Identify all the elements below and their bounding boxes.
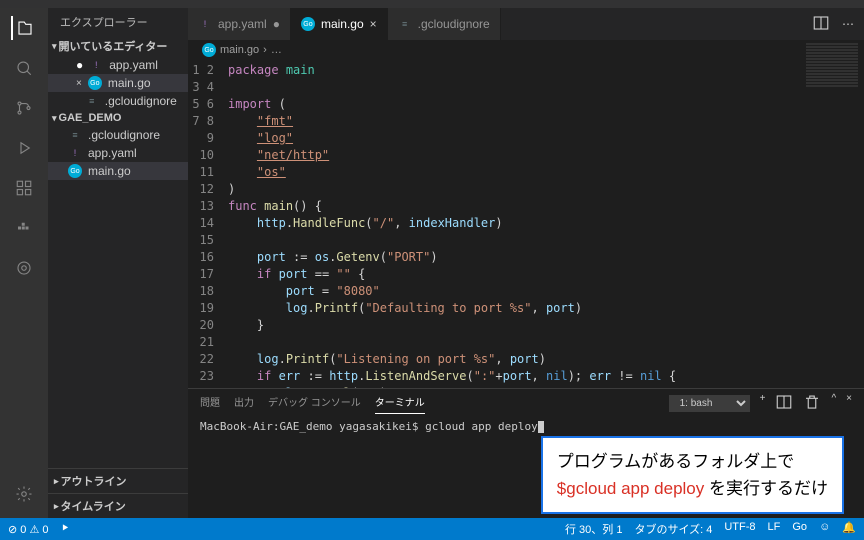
yaml-file-icon: ! <box>68 146 82 160</box>
search-icon[interactable] <box>12 56 36 80</box>
editor-tab[interactable]: ≡.gcloudignore <box>388 8 501 40</box>
terminal-prompt: MacBook-Air:GAE_demo yagasakikei$ <box>200 420 425 433</box>
panel-tab[interactable]: ターミナル <box>375 394 425 414</box>
annotation-callout: プログラムがあるフォルダ上で $gcloud app deploy を実行するだ… <box>541 436 844 514</box>
chevron-right-icon: ▸ <box>54 476 59 487</box>
split-editor-icon[interactable] <box>812 14 830 35</box>
go-file-icon: Go <box>88 76 102 90</box>
panel-tabs: 問題出力デバッグ コンソールターミナル 1: bash + ^ × <box>188 389 864 414</box>
text-file-icon: ≡ <box>68 128 82 142</box>
statusbar: ⊘ 0 ⚠ 0 ⯈ 行 30、列 1 タブのサイズ: 4 UTF-8 LF Go… <box>0 518 864 540</box>
close-tab-icon[interactable]: × <box>370 17 377 31</box>
split-terminal-icon[interactable] <box>775 393 793 414</box>
go-file-icon: Go <box>202 43 216 57</box>
close-panel-icon[interactable]: × <box>846 393 852 414</box>
terminal-cursor <box>538 421 544 433</box>
trash-icon[interactable] <box>803 393 821 414</box>
code-content[interactable]: package main import ( "fmt" "log" "net/h… <box>228 60 864 388</box>
settings-icon[interactable] <box>12 482 36 506</box>
more-icon[interactable]: ⋯ <box>842 17 854 31</box>
section-outline[interactable]: ▸アウトライン <box>48 468 188 493</box>
status-bell-icon[interactable]: 🔔 <box>842 521 856 537</box>
open-editor-item[interactable]: ×Gomain.go <box>48 74 188 92</box>
tab-bar: !app.yaml●Gomain.go×≡.gcloudignore ⋯ <box>188 8 864 40</box>
status-lang[interactable]: Go <box>792 521 807 537</box>
sidebar-title: エクスプローラー <box>48 8 188 36</box>
breadcrumb[interactable]: Go main.go › … <box>188 40 864 60</box>
debug-icon[interactable] <box>12 136 36 160</box>
sidebar: エクスプローラー ▾開いているエディター ●!app.yaml×Gomain.g… <box>48 8 188 518</box>
status-errors[interactable]: ⊘ 0 ⚠ 0 <box>8 523 48 536</box>
status-eol[interactable]: LF <box>768 521 781 537</box>
editor-tab[interactable]: Gomain.go× <box>291 8 388 40</box>
titlebar <box>0 0 864 8</box>
section-timeline[interactable]: ▸タイムライン <box>48 493 188 518</box>
text-file-icon: ≡ <box>398 17 412 31</box>
chevron-down-icon: ▾ <box>52 113 57 124</box>
file-tree-item[interactable]: Gomain.go <box>48 162 188 180</box>
scm-icon[interactable] <box>12 96 36 120</box>
explorer-icon[interactable] <box>11 16 35 40</box>
open-editor-item[interactable]: ●!app.yaml <box>48 56 188 74</box>
file-tree-item[interactable]: !app.yaml <box>48 144 188 162</box>
file-tree-item[interactable]: ≡.gcloudignore <box>48 126 188 144</box>
line-gutter: 1 2 3 4 5 6 7 8 9 10 11 12 13 14 15 16 1… <box>188 60 228 388</box>
extensions-icon[interactable] <box>12 176 36 200</box>
chevron-right-icon: ▸ <box>54 501 59 512</box>
panel-tab[interactable]: デバッグ コンソール <box>268 394 361 414</box>
status-cursor-pos[interactable]: 行 30、列 1 <box>565 521 622 537</box>
terminal-command: gcloud app deploy <box>425 420 538 433</box>
status-run[interactable]: ⯈ <box>60 523 69 536</box>
docker-icon[interactable] <box>12 216 36 240</box>
go-file-icon: Go <box>68 164 82 178</box>
code-editor[interactable]: 1 2 3 4 5 6 7 8 9 10 11 12 13 14 15 16 1… <box>188 60 864 388</box>
activity-bar <box>0 8 48 518</box>
minimap[interactable] <box>802 42 862 162</box>
open-editor-item[interactable]: ≡.gcloudignore <box>48 92 188 110</box>
panel-tab[interactable]: 出力 <box>234 394 254 414</box>
status-tab-size[interactable]: タブのサイズ: 4 <box>634 521 712 537</box>
section-open-editors[interactable]: ▾開いているエディター <box>48 36 188 56</box>
new-terminal-icon[interactable]: + <box>760 393 766 414</box>
terminal-select[interactable]: 1: bash <box>669 395 750 412</box>
chevron-down-icon: ▾ <box>52 41 57 52</box>
go-file-icon: Go <box>301 17 315 31</box>
status-encoding[interactable]: UTF-8 <box>724 521 755 537</box>
text-file-icon: ≡ <box>85 94 99 108</box>
cloud-icon[interactable] <box>12 256 36 280</box>
yaml-file-icon: ! <box>89 58 103 72</box>
chevron-up-icon[interactable]: ^ <box>831 393 836 414</box>
section-project[interactable]: ▾GAE_DEMO <box>48 110 188 126</box>
editor-tab[interactable]: !app.yaml● <box>188 8 291 40</box>
panel-tab[interactable]: 問題 <box>200 394 220 414</box>
status-feedback-icon[interactable]: ☺ <box>819 521 830 537</box>
yaml-file-icon: ! <box>198 17 212 31</box>
